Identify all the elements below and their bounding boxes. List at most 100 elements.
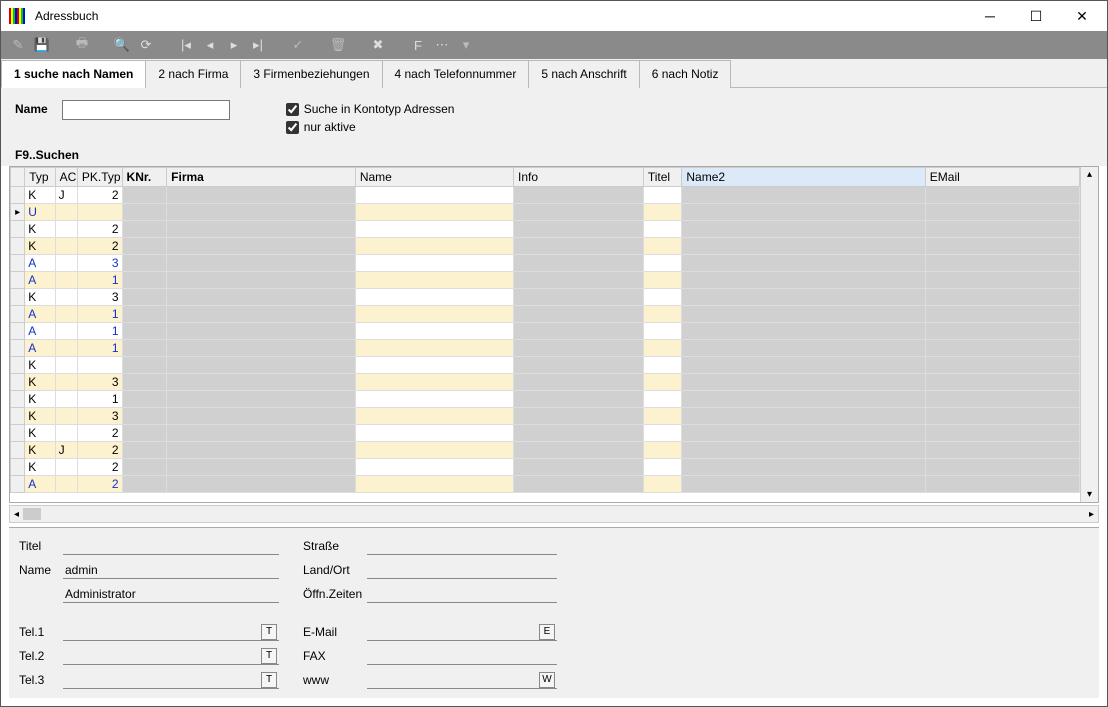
toolbar: ✎ 💾 🖶 🔍 ⟳ |◂ ◂ ▸ ▸| ✓ 🗑 ✖ F ⋯ ▾ [1, 31, 1107, 59]
col-header-Typ[interactable]: Typ [25, 168, 55, 187]
table-row[interactable]: K1 [11, 391, 1080, 408]
detail-tel3-field[interactable]: T [63, 671, 279, 689]
search-panel: Name Suche in Kontotyp Adressen nur akti… [1, 88, 1107, 142]
col-header-Name[interactable]: Name [355, 168, 513, 187]
table-row[interactable]: A3 [11, 255, 1080, 272]
table-row[interactable]: KJ2 [11, 187, 1080, 204]
dropdown-icon[interactable]: ▾ [455, 34, 477, 56]
detail-name-field[interactable]: admin [63, 561, 279, 579]
table-row[interactable]: ▸U [11, 204, 1080, 221]
search-icon[interactable]: 🔍 [111, 34, 133, 56]
detail-offn-field[interactable] [367, 585, 557, 603]
check-kontotyp-box[interactable] [286, 103, 299, 116]
next-icon[interactable]: ▸ [223, 34, 245, 56]
scroll-down-icon[interactable]: ▾ [1087, 489, 1092, 500]
name-label: Name [15, 100, 48, 116]
scroll-left-icon[interactable]: ◂ [14, 509, 19, 520]
table-row[interactable]: K3 [11, 374, 1080, 391]
tab-2[interactable]: 3 Firmenbeziehungen [240, 60, 382, 88]
detail-name2-field[interactable]: Administrator [63, 585, 279, 603]
table-row[interactable]: A2 [11, 476, 1080, 493]
trash-icon[interactable]: 🗑 [327, 34, 349, 56]
check-aktive[interactable]: nur aktive [286, 118, 455, 136]
col-header-Info[interactable]: Info [514, 168, 644, 187]
scroll-up-icon[interactable]: ▴ [1087, 169, 1092, 180]
save-icon[interactable]: 💾 [31, 34, 53, 56]
col-header-Firma[interactable]: Firma [167, 168, 356, 187]
www-w-button[interactable]: W [539, 672, 555, 688]
tel2-t-button[interactable]: T [261, 648, 277, 664]
tel3-t-button[interactable]: T [261, 672, 277, 688]
tab-1[interactable]: 2 nach Firma [145, 60, 241, 88]
detail-titel-field[interactable] [63, 537, 279, 555]
col-header-AC[interactable]: AC [55, 168, 77, 187]
close-button[interactable]: ✕ [1059, 1, 1105, 31]
tab-4[interactable]: 5 nach Anschrift [528, 60, 639, 88]
maximize-button[interactable]: ☐ [1013, 1, 1059, 31]
results-grid: TypACPK.TypKNr.FirmaNameInfoTitelName2EM… [9, 166, 1099, 503]
last-icon[interactable]: ▸| [247, 34, 269, 56]
scroll-right-icon[interactable]: ▸ [1089, 509, 1094, 520]
app-window: Adressbuch ─ ☐ ✕ ✎ 💾 🖶 🔍 ⟳ |◂ ◂ ▸ ▸| ✓ 🗑… [0, 0, 1108, 707]
edit-icon[interactable]: ✎ [7, 34, 29, 56]
detail-tel2-label: Tel.2 [19, 649, 63, 663]
table-row[interactable]: K2 [11, 425, 1080, 442]
table-row[interactable]: K3 [11, 408, 1080, 425]
tab-3[interactable]: 4 nach Telefonnummer [382, 60, 530, 88]
detail-www-label: www [303, 673, 367, 687]
search-hint: F9..Suchen [1, 142, 1107, 166]
tab-0[interactable]: 1 suche nach Namen [1, 60, 146, 88]
detail-landort-field[interactable] [367, 561, 557, 579]
detail-tel2-field[interactable]: T [63, 647, 279, 665]
table-row[interactable]: K2 [11, 238, 1080, 255]
table-row[interactable]: A1 [11, 340, 1080, 357]
table-row[interactable]: A1 [11, 306, 1080, 323]
col-header-Name2[interactable]: Name2 [682, 168, 925, 187]
tel1-t-button[interactable]: T [261, 624, 277, 640]
first-icon[interactable]: |◂ [175, 34, 197, 56]
detail-offn-label: Öffn.Zeiten [303, 587, 367, 601]
col-header-PK.Typ[interactable]: PK.Typ [77, 168, 122, 187]
detail-tel1-label: Tel.1 [19, 625, 63, 639]
col-header-EMail[interactable]: EMail [925, 168, 1079, 187]
check-icon[interactable]: ✓ [287, 34, 309, 56]
name-input[interactable] [62, 100, 230, 120]
table-row[interactable]: K2 [11, 459, 1080, 476]
detail-strasse-field[interactable] [367, 537, 557, 555]
titlebar: Adressbuch ─ ☐ ✕ [1, 1, 1107, 31]
detail-fax-label: FAX [303, 649, 367, 663]
cancel-icon[interactable]: ✖ [367, 34, 389, 56]
table-row[interactable]: K2 [11, 221, 1080, 238]
check-aktive-box[interactable] [286, 121, 299, 134]
detail-name-label: Name [19, 563, 63, 577]
prev-icon[interactable]: ◂ [199, 34, 221, 56]
refresh-icon[interactable]: ⟳ [135, 34, 157, 56]
email-e-button[interactable]: E [539, 624, 555, 640]
tab-5[interactable]: 6 nach Notiz [639, 60, 732, 88]
detail-tel3-label: Tel.3 [19, 673, 63, 687]
detail-strasse-label: Straße [303, 539, 367, 553]
filter-f-icon[interactable]: F [407, 34, 429, 56]
table-row[interactable]: K3 [11, 289, 1080, 306]
col-header-Titel[interactable]: Titel [643, 168, 682, 187]
scroll-thumb[interactable] [23, 508, 41, 520]
table-row[interactable]: A1 [11, 272, 1080, 289]
col-header-rowmark[interactable] [11, 168, 25, 187]
horizontal-scrollbar[interactable]: ◂ ▸ [9, 505, 1099, 523]
table-row[interactable]: K [11, 357, 1080, 374]
detail-email-label: E-Mail [303, 625, 367, 639]
results-table[interactable]: TypACPK.TypKNr.FirmaNameInfoTitelName2EM… [10, 167, 1080, 493]
table-row[interactable]: A1 [11, 323, 1080, 340]
detail-fax-field[interactable] [367, 647, 557, 665]
vertical-scrollbar[interactable]: ▴ ▾ [1080, 167, 1098, 502]
check-kontotyp[interactable]: Suche in Kontotyp Adressen [286, 100, 455, 118]
minimize-button[interactable]: ─ [967, 1, 1013, 31]
detail-tel1-field[interactable]: T [63, 623, 279, 641]
table-row[interactable]: KJ2 [11, 442, 1080, 459]
print-icon[interactable]: 🖶 [71, 34, 93, 56]
more-icon[interactable]: ⋯ [431, 34, 453, 56]
detail-titel-label: Titel [19, 539, 63, 553]
col-header-KNr.[interactable]: KNr. [122, 168, 167, 187]
detail-www-field[interactable]: W [367, 671, 557, 689]
detail-email-field[interactable]: E [367, 623, 557, 641]
